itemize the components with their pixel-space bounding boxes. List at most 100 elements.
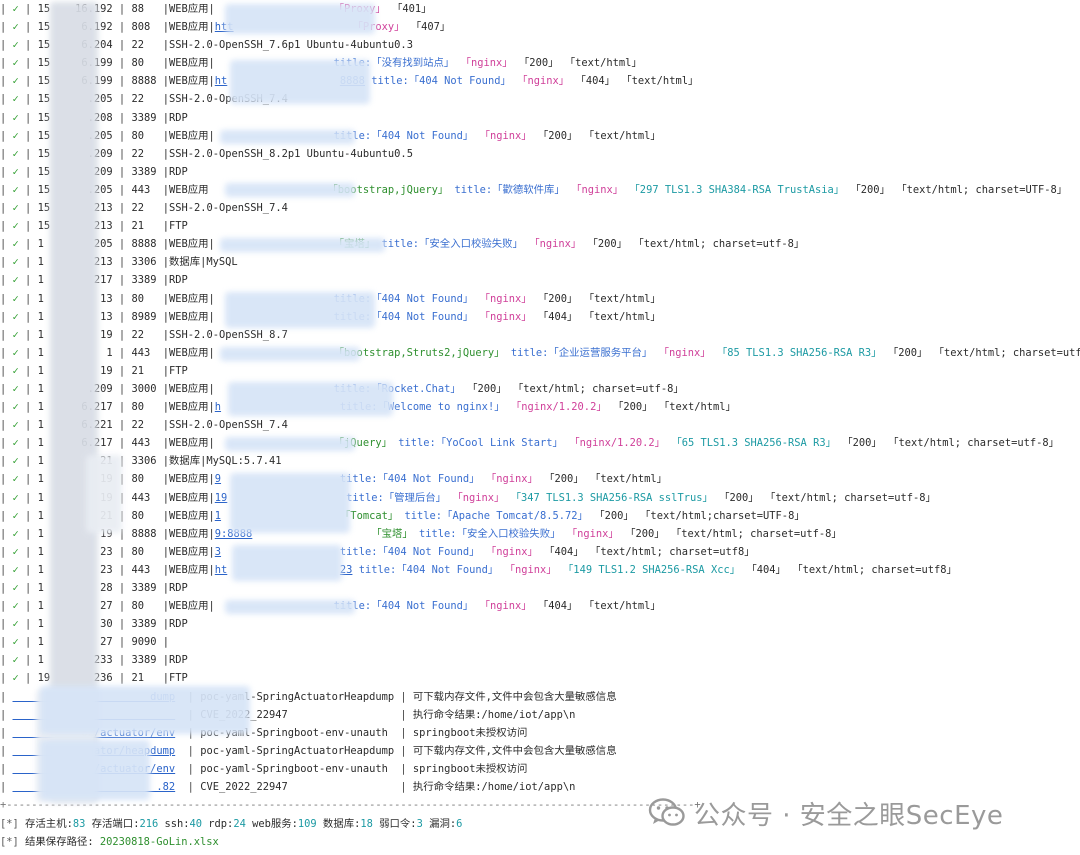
port: 21 (131, 220, 163, 233)
fingerprint-tag: 「nginx」 (479, 129, 532, 142)
row-border: | (0, 111, 13, 124)
vuln-count: 6 (456, 818, 463, 830)
port: 808 (131, 21, 163, 34)
wechat-icon (648, 798, 685, 826)
service: |WEB应用| (162, 437, 215, 450)
row-separator: | (112, 310, 132, 323)
scan-result-row: | ✓ | 15 6.199 | 80 |WEB应用| title:「没有找到站… (0, 54, 1080, 72)
row-border: | (0, 708, 13, 721)
row-separator: | (18, 600, 38, 613)
row-separator: | (400, 762, 413, 775)
rdp-label: rdp: (202, 818, 234, 830)
row-separator: | (18, 75, 38, 88)
port: 22 (131, 93, 163, 106)
redaction-blur (220, 130, 355, 144)
service: |SSH-2.0-OpenSSH_7.6p1 Ubuntu-4ubuntu0.3 (162, 39, 413, 52)
target-url[interactable]: 19 (215, 492, 228, 504)
row-border: | (0, 744, 13, 757)
row-border: | (0, 292, 13, 305)
service: |WEB应用| (162, 238, 215, 251)
row-separator: | (18, 256, 38, 269)
fingerprint-tag: 「200」 (625, 527, 665, 540)
vuln-result-row: | 82/actuator/heapdump | poc-yaml-Spring… (0, 742, 1080, 760)
service: |WEB应用| (162, 545, 215, 558)
service: |RDP (162, 654, 188, 667)
service: |RDP (162, 274, 188, 287)
scan-result-row: | ✓ | 1 6.217 | 443 |WEB应用| 「jQuery」 tit… (0, 434, 1080, 452)
row-separator: | (112, 618, 132, 631)
row-separator: | (18, 328, 38, 341)
row-separator: | (112, 419, 132, 432)
scan-result-row: | ✓ | 15 .205 | 443 |WEB应用 「bootstrap,jQ… (0, 181, 1080, 199)
target-url[interactable]: ht (215, 564, 228, 576)
row-separator: | (112, 3, 132, 15)
fingerprint-tag: title:「404 Not Found」 (339, 545, 480, 558)
fingerprint-tag: 「text/html; charset=utf-8」 (512, 382, 684, 395)
port: 80 (131, 401, 163, 414)
row-separator: | (175, 744, 201, 757)
fingerprint-tag: title:「安全入口校验失败」 (419, 527, 561, 540)
open-ports-label: 存活端口: (85, 818, 140, 830)
row-separator: | (18, 220, 38, 233)
row-border: | (0, 582, 13, 594)
service: |WEB应用| (162, 57, 215, 70)
border-line: +---------------------------------------… (0, 799, 701, 812)
scan-result-row: | ✓ | 1 27 | 80 |WEB应用| title:「404 Not F… (0, 597, 1080, 615)
fingerprint-tag: 「nginx」 (529, 238, 582, 251)
row-separator: | (18, 3, 38, 15)
fingerprint-tag: 「297 TLS1.3 SHA384-RSA TrustAsia」 (629, 183, 845, 196)
fingerprint-tag: 「text/html; charset=utf-8」 (933, 346, 1080, 359)
vuln-detail: springboot未授权访问 (412, 762, 528, 775)
row-separator: | (112, 437, 132, 450)
scan-result-row: | ✓ | 1 21 | 80 |WEB应用|1 「Tomcat」 title:… (0, 507, 1080, 525)
scan-result-row: | ✓ | 1 13 | 80 |WEB应用| title:「404 Not F… (0, 290, 1080, 308)
fingerprint-tag: 「text/html; charset=utf8」 (792, 563, 957, 576)
fingerprint-tag: 「200」 (467, 382, 507, 395)
row-separator: | (18, 419, 38, 432)
result-file-path[interactable]: 20230818-GoLin.xlsx (100, 836, 219, 848)
scan-result-row: | ✓ | 15 16.192 | 88 |WEB应用| 「Proxy」 「40… (0, 0, 1080, 18)
port: 443 (131, 491, 163, 504)
port: 80 (131, 600, 163, 613)
service: |WEB应用| (162, 491, 215, 504)
service: |数据库|MySQL (162, 256, 238, 269)
redaction-blur (232, 545, 342, 581)
service: |WEB应用| (162, 75, 215, 88)
row-separator: | (18, 93, 38, 106)
row-border: | (0, 636, 13, 649)
port: 22 (131, 147, 163, 160)
port: 80 (131, 545, 163, 558)
db-label: 数据库: (316, 818, 361, 830)
row-border: | (0, 527, 13, 540)
row-border: | (0, 238, 13, 251)
service: |WEB应用| (162, 563, 215, 576)
row-separator: | (112, 202, 132, 215)
row-separator: | (18, 346, 38, 359)
fingerprint-tag: title:「企业运营服务平台」 (510, 346, 653, 359)
poc-name: poc-yaml-Springboot-env-unauth (200, 762, 401, 775)
target-url[interactable]: ht (215, 75, 228, 87)
scan-result-row: | ✓ | 15 6.199 | 8888 |WEB应用|ht 8888 tit… (0, 72, 1080, 90)
scan-result-row: | ✓ | 1 6.221 | 22 |SSH-2.0-OpenSSH_7.4 (0, 416, 1080, 434)
fingerprint-tag: 「nginx」 (479, 292, 532, 305)
service: |WEB应用| (162, 292, 215, 305)
vuln-detail: 可下载内存文件,文件中会包含大量敏感信息 (412, 744, 617, 757)
scan-result-row: | ✓ | 15 .209 | 22 |SSH-2.0-OpenSSH_8.2p… (0, 145, 1080, 163)
vuln-detail: 可下载内存文件,文件中会包含大量敏感信息 (412, 690, 617, 703)
fingerprint-tag: 「200」 (537, 292, 578, 305)
fingerprint-tag: 「text/html」 (583, 310, 661, 323)
row-separator: | (112, 147, 132, 160)
fingerprint-tag: title:「Apache Tomcat/8.5.72」 (404, 509, 588, 522)
redaction-blur (40, 740, 150, 800)
row-separator: | (112, 256, 132, 269)
service: |WEB应用| (162, 527, 215, 540)
alive-hosts-label: 存活主机: (25, 818, 73, 830)
row-separator: | (18, 401, 38, 414)
fingerprint-tag: 「nginx」 (452, 491, 505, 504)
row-separator: | (112, 346, 132, 359)
service: |WEB应用| (162, 3, 215, 15)
row-border: | (0, 654, 13, 667)
scan-result-row: | ✓ | 1 19 | 8888 |WEB应用|9:8888 「宝塔」 tit… (0, 525, 1080, 543)
redaction-blur (220, 347, 360, 361)
fingerprint-tag: 「nginx/1.20.2」 (510, 401, 607, 414)
